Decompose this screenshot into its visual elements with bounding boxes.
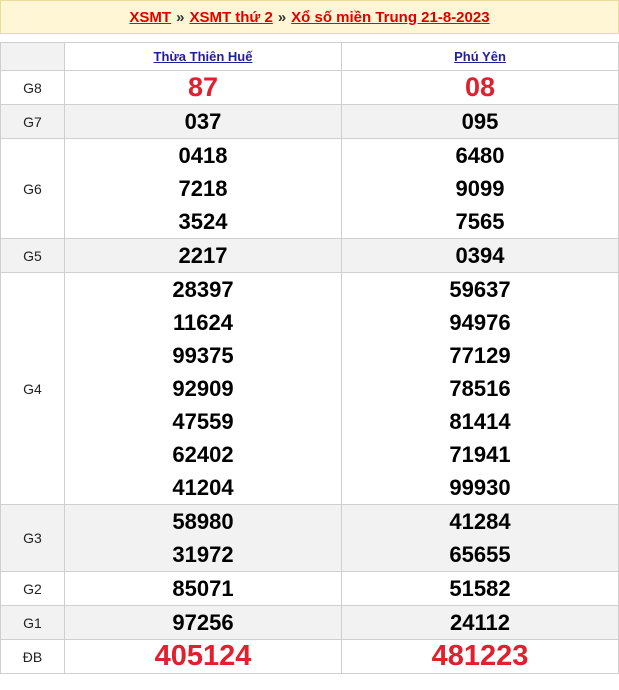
prize-label: ĐB (0, 639, 65, 674)
prize-cell: 85071 (64, 571, 342, 606)
prize-number: 85071 (172, 576, 234, 601)
prize-label: G8 (0, 70, 65, 105)
prize-number: 31972 (172, 542, 234, 567)
prize-cell: 037 (64, 104, 342, 139)
prize-number: 97256 (172, 610, 234, 635)
prize-number: 71941 (449, 442, 511, 467)
prize-cell: 59637 94976 77129 78516 81414 71941 99930 (341, 272, 619, 505)
prize-cell: 0418 7218 3524 (64, 138, 342, 239)
prize-number: 037 (184, 109, 222, 134)
prize-cell: 87 (64, 70, 342, 105)
prize-number: 77129 (449, 343, 511, 368)
prize-number: 59637 (449, 277, 511, 302)
prize-label: G3 (0, 504, 65, 572)
prize-number: 62402 (172, 442, 234, 467)
prize-cell: 58980 31972 (64, 504, 342, 572)
breadcrumb-link-xsmt[interactable]: XSMT (129, 9, 171, 26)
prize-cell: 51582 (341, 571, 619, 606)
prize-number: 81414 (449, 409, 511, 434)
prize-cell: 24112 (341, 605, 619, 640)
prize-number: 65655 (449, 542, 511, 567)
prize-number: 11624 (173, 310, 233, 335)
prize-row: G2 85071 51582 (0, 571, 619, 606)
breadcrumb-separator: » (277, 8, 287, 26)
breadcrumb-separator: » (176, 8, 185, 26)
prize-cell: 0394 (341, 238, 619, 273)
prize-row: G7 037 095 (0, 104, 619, 139)
prize-number: 0418 (178, 143, 228, 168)
prize-number: 51582 (449, 576, 511, 601)
prize-row: G3 58980 31972 41284 65655 (0, 504, 619, 572)
prize-number: 94976 (449, 310, 511, 335)
province-link-phu-yen[interactable]: Phú Yên (454, 49, 506, 64)
province-header: Phú Yên (341, 42, 619, 71)
prize-cell: 095 (341, 104, 619, 139)
breadcrumb-link-current-date[interactable]: Xổ số miền Trung 21-8-2023 (291, 9, 489, 26)
prize-cell: 28397 11624 99375 92909 47559 62402 41204 (64, 272, 342, 505)
prize-number: 78516 (449, 376, 511, 401)
prize-label: G6 (0, 138, 65, 239)
prize-cell: 08 (341, 70, 619, 105)
province-link-hue[interactable]: Thừa Thiên Huế (154, 49, 253, 64)
prize-label: G1 (0, 605, 65, 640)
prize-number: 9099 (455, 176, 505, 201)
prize-number: 99930 (449, 475, 511, 500)
prize-cell: 97256 (64, 605, 342, 640)
prize-row: G5 2217 0394 (0, 238, 619, 273)
prize-label: G7 (0, 104, 65, 139)
prize-number: 24112 (450, 610, 510, 635)
prize-number: 08 (464, 72, 496, 102)
breadcrumb: XSMT » XSMT thứ 2 » Xổ số miền Trung 21-… (0, 0, 619, 34)
prize-number: 92909 (172, 376, 234, 401)
prize-number: 6480 (455, 143, 505, 168)
results-body: G8 87 08 G7 037 095 G6 0418 7218 3524 6480 9099 7565… (0, 70, 619, 674)
corner-cell (0, 42, 65, 71)
prize-number: 2217 (178, 243, 228, 268)
prize-cell: 41284 65655 (341, 504, 619, 572)
prize-label: G2 (0, 571, 65, 606)
prize-row: G6 0418 7218 3524 6480 9099 7565 (0, 138, 619, 239)
prize-number: 7565 (455, 209, 505, 234)
prize-number: 41204 (172, 475, 234, 500)
prize-row: ĐB 405124 481223 (0, 639, 619, 674)
breadcrumb-link-xsmt-thu-2[interactable]: XSMT thứ 2 (189, 9, 272, 26)
prize-number: 87 (187, 72, 219, 102)
prize-number: 7218 (178, 176, 228, 201)
prize-cell: 481223 (341, 639, 619, 674)
results-table: Thừa Thiên Huế Phú Yên G8 87 08 G7 037 095 G6 0… (0, 42, 619, 674)
prize-row: G4 28397 11624 99375 92909 47559 62402 41204 596… (0, 272, 619, 505)
prize-label: G5 (0, 238, 65, 273)
prize-number: 3524 (178, 209, 228, 234)
prize-number: 58980 (172, 509, 234, 534)
prize-row: G1 97256 24112 (0, 605, 619, 640)
prize-number: 41284 (449, 509, 511, 534)
province-header: Thừa Thiên Huế (64, 42, 342, 71)
prize-number: 405124 (154, 640, 252, 672)
prize-cell: 6480 9099 7565 (341, 138, 619, 239)
prize-row: G8 87 08 (0, 70, 619, 105)
prize-number: 481223 (431, 640, 529, 672)
prize-cell: 405124 (64, 639, 342, 674)
prize-number: 28397 (172, 277, 234, 302)
prize-number: 095 (461, 109, 499, 134)
prize-number: 47559 (172, 409, 234, 434)
prize-number: 0394 (455, 243, 505, 268)
prize-label: G4 (0, 272, 65, 505)
prize-cell: 2217 (64, 238, 342, 273)
prize-number: 99375 (172, 343, 234, 368)
